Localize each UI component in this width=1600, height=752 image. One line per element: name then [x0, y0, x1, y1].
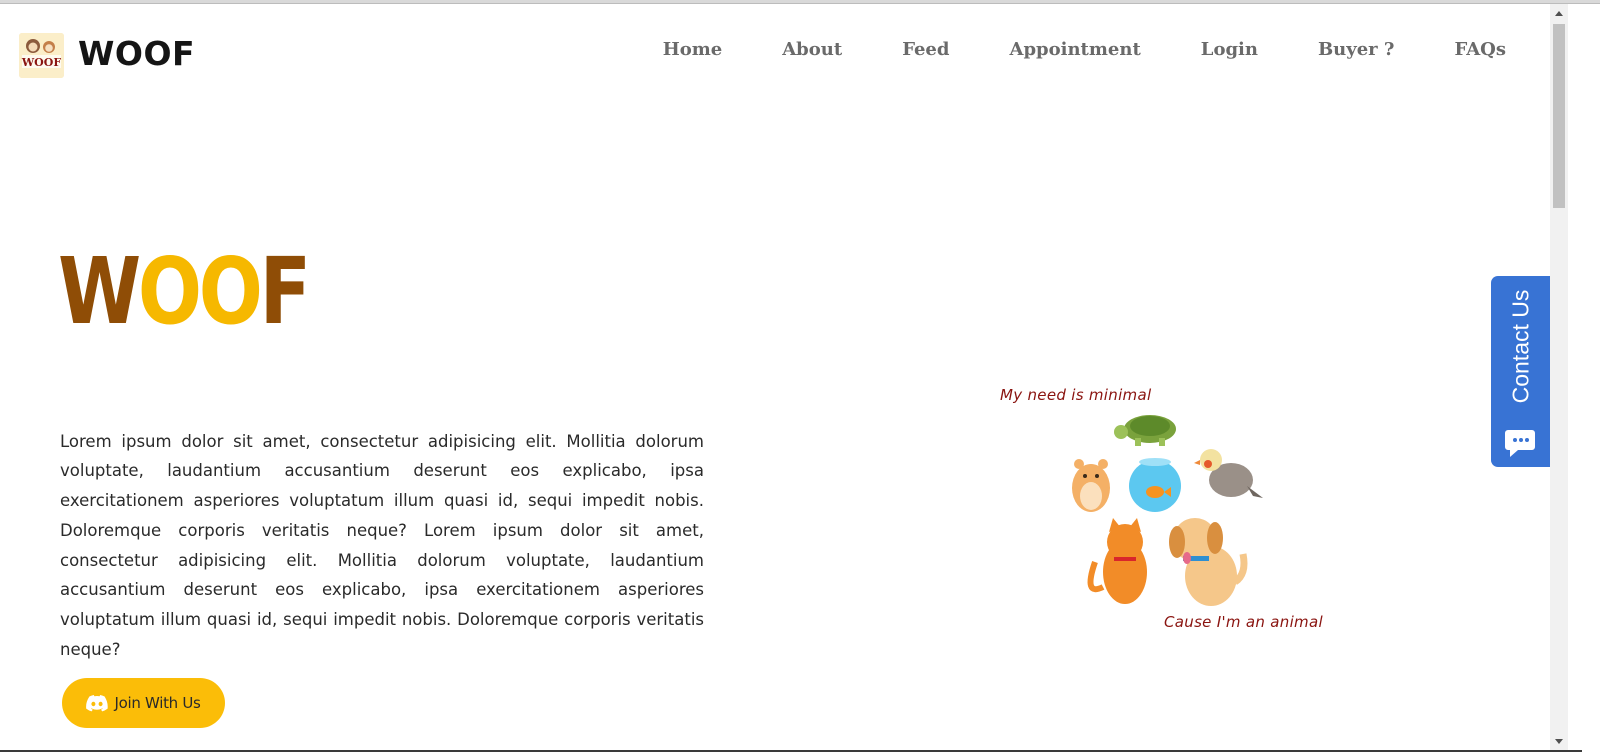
hero-title: WOOF [58, 246, 311, 338]
fishbowl-illustration [1129, 458, 1181, 512]
page-scrollbar[interactable] [1550, 4, 1568, 750]
nav-appointment[interactable]: Appointment [979, 36, 1170, 64]
turtle-illustration [1114, 415, 1176, 446]
discord-icon [86, 694, 109, 711]
nav-buyer[interactable]: Buyer ? [1288, 36, 1425, 64]
nav-about[interactable]: About [752, 36, 872, 64]
illustration-caption-bottom: Cause I'm an animal [1164, 613, 1323, 631]
window-top-border [0, 0, 1600, 4]
logo-image: WOOF [19, 33, 64, 78]
scroll-down-arrow-icon[interactable] [1550, 732, 1568, 750]
hero-paragraph: Lorem ipsum dolor sit amet, consectetur … [60, 431, 704, 660]
join-with-us-label: Join With Us [114, 694, 201, 712]
main-nav: Home About Feed Appointment Login Buyer … [633, 36, 1536, 64]
brand-name[interactable]: WOOF [78, 34, 195, 73]
hamster-illustration [1072, 459, 1110, 512]
contact-us-label: Contact Us [1507, 289, 1534, 403]
logo-text: WOOF [21, 56, 62, 69]
scroll-up-arrow-icon[interactable] [1550, 4, 1568, 22]
contact-us-tab[interactable]: Contact Us [1491, 276, 1550, 467]
join-with-us-button[interactable]: Join With Us [62, 678, 225, 728]
logo[interactable]: WOOF [19, 33, 64, 78]
scroll-thumb[interactable] [1553, 24, 1565, 208]
bird-illustration [1194, 449, 1263, 498]
pets-illustration [1072, 415, 1263, 606]
nav-login[interactable]: Login [1171, 36, 1288, 64]
nav-faqs[interactable]: FAQs [1424, 36, 1536, 64]
nav-home[interactable]: Home [633, 36, 753, 64]
dog-illustration [1169, 518, 1248, 606]
hero-title-part-oo: OO [137, 238, 263, 345]
hero-title-part-f: F [259, 238, 312, 345]
chat-bubble-icon [1505, 430, 1535, 457]
cat-illustration [1087, 518, 1147, 604]
contact-us-label-wrap: Contact Us [1491, 276, 1550, 416]
hero-title-part-w: W [58, 238, 141, 345]
nav-feed[interactable]: Feed [872, 36, 979, 64]
